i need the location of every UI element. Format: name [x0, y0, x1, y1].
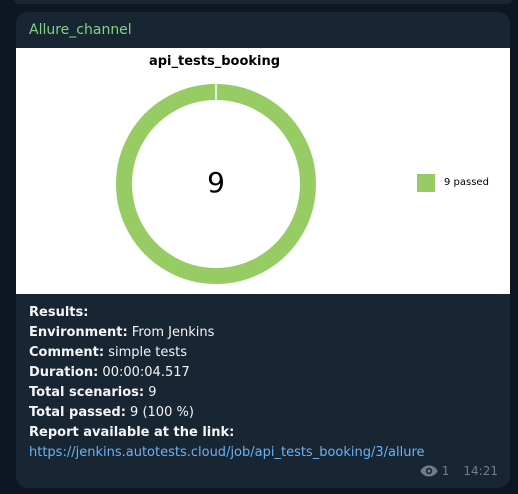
duration-label: Duration: — [29, 365, 99, 380]
environment-value: From Jenkins — [127, 325, 215, 340]
report-label: Report available at the link: — [29, 425, 235, 440]
report-link-line: https://jenkins.autotests.cloud/job/api_… — [29, 443, 499, 463]
channel-name[interactable]: Allure_channel — [29, 22, 132, 38]
chart-title: api_tests_booking — [148, 54, 281, 69]
message-time: 14:21 — [463, 464, 498, 478]
comment-value: simple tests — [104, 345, 187, 360]
comment-label: Comment: — [29, 345, 105, 360]
previous-message-edge — [14, 0, 512, 4]
total-scenarios-line: Total scenarios: 9 — [29, 383, 499, 403]
comment-line: Comment: simple tests — [29, 343, 499, 363]
total-passed-value: 9 (100 %) — [125, 405, 194, 420]
duration-line: Duration: 00:00:04.517 — [29, 363, 499, 383]
legend-swatch-passed — [417, 174, 435, 192]
duration-value: 00:00:04.517 — [98, 365, 190, 380]
results-heading-label: Results: — [29, 305, 89, 320]
eye-icon — [420, 465, 438, 477]
environment-label: Environment: — [29, 325, 128, 340]
donut-center-value: 9 — [207, 166, 225, 199]
view-count: 1 — [441, 464, 450, 478]
report-line: Report available at the link: — [29, 423, 499, 443]
environment-line: Environment: From Jenkins — [29, 323, 499, 343]
message-text: Results: Environment: From Jenkins Comme… — [29, 303, 499, 463]
total-scenarios-value: 9 — [144, 385, 157, 400]
total-passed-line: Total passed: 9 (100 %) — [29, 403, 499, 423]
message-meta: 1 14:21 — [420, 464, 498, 478]
legend-label-passed: 9 passed — [444, 177, 489, 188]
message-bubble: Allure_channel api_tests_booking 9 9 pas… — [16, 12, 510, 488]
total-scenarios-label: Total scenarios: — [29, 385, 145, 400]
results-heading: Results: — [29, 303, 499, 323]
report-chart-image[interactable]: api_tests_booking 9 9 passed — [16, 48, 510, 294]
total-passed-label: Total passed: — [29, 405, 126, 420]
report-link[interactable]: https://jenkins.autotests.cloud/job/api_… — [29, 445, 425, 460]
